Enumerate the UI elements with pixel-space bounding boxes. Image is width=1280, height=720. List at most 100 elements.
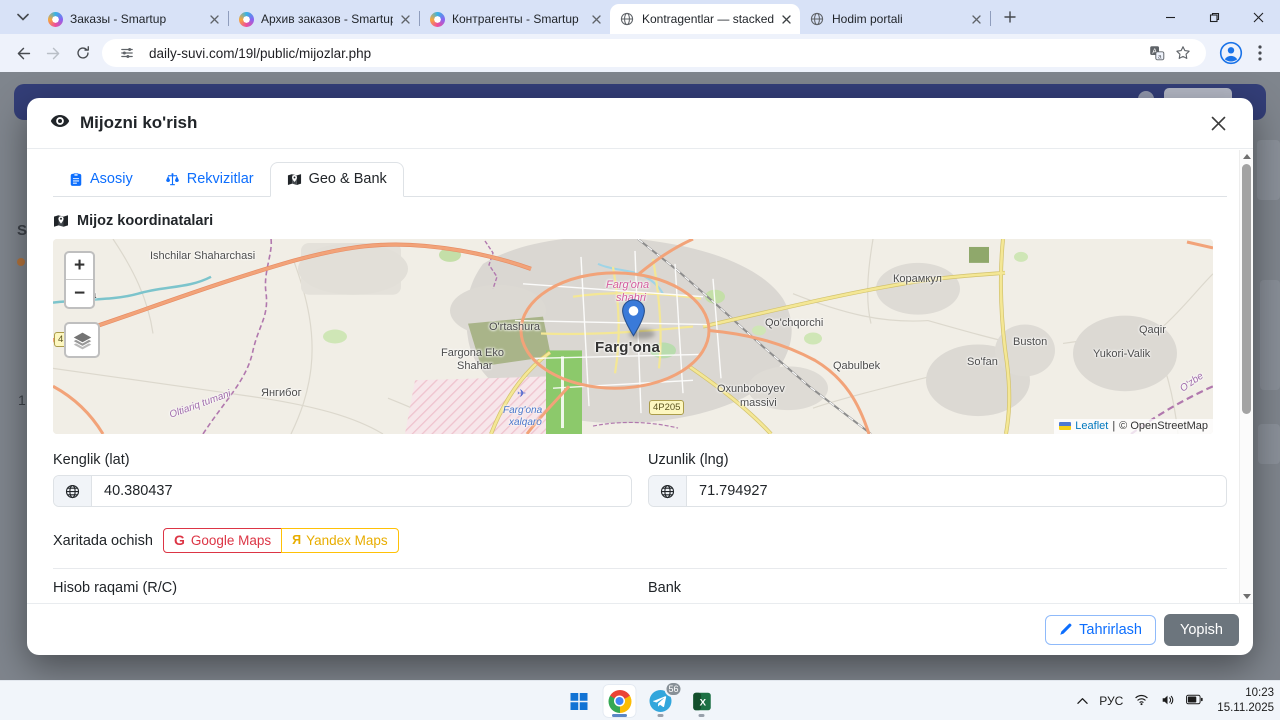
modal-header: Mijozni ko'rish: [27, 98, 1253, 149]
browser-toolbar: daily-suvi.com/19l/public/mijozlar.php A…: [0, 34, 1280, 72]
window-minimize-button[interactable]: [1148, 0, 1192, 34]
zoom-out-button[interactable]: −: [66, 280, 93, 307]
scales-icon: [165, 172, 179, 185]
reload-button[interactable]: [68, 38, 98, 68]
tab-title: Hodim portali: [832, 12, 903, 26]
globe-icon: [54, 476, 92, 506]
attribution-separator: |: [1112, 420, 1116, 432]
browser-tab-4-active[interactable]: Kontragentlar — stacked moda: [610, 4, 800, 34]
map-label: Qo'chqorchi: [765, 317, 824, 329]
taskbar-clock[interactable]: 10:23 15.11.2025: [1217, 686, 1274, 716]
zoom-in-button[interactable]: +: [66, 253, 93, 280]
yandex-maps-button[interactable]: Я Yandex Maps: [281, 528, 399, 553]
map-zoom-control: + −: [64, 251, 95, 309]
bank-label: Bank: [648, 580, 682, 596]
yandex-ya-icon: Я: [292, 533, 302, 547]
wifi-icon[interactable]: [1134, 693, 1149, 709]
modal-tab-asosiy[interactable]: Asosiy: [53, 162, 149, 197]
map-label: Farg'ona: [503, 405, 543, 416]
scroll-up-arrow[interactable]: [1242, 154, 1251, 159]
back-button[interactable]: [8, 38, 38, 68]
translate-icon[interactable]: Aa: [1144, 40, 1170, 66]
tab-close-icon[interactable]: [397, 11, 413, 27]
taskbar-chrome[interactable]: [602, 684, 637, 718]
tab-close-icon[interactable]: [206, 11, 222, 27]
background-dimmed-block: [1260, 280, 1280, 390]
modal-tab-label: Rekvizitlar: [186, 171, 254, 187]
url-text[interactable]: daily-suvi.com/19l/public/mijozlar.php: [149, 46, 1144, 61]
volume-icon[interactable]: [1160, 693, 1175, 710]
browser-tab-2[interactable]: Архив заказов - Smartup: [229, 4, 419, 34]
telegram-badge: 56: [664, 681, 683, 697]
browser-tab-1[interactable]: Заказы - Smartup: [38, 4, 228, 34]
language-indicator[interactable]: РУС: [1099, 694, 1123, 708]
tab-close-icon[interactable]: [588, 11, 604, 27]
map-label: Fargona Eko: [441, 347, 504, 359]
modal-tab-geo-bank[interactable]: Geo & Bank: [269, 162, 404, 197]
window-close-button[interactable]: [1236, 0, 1280, 34]
map-road-badge: 4P205: [649, 400, 685, 415]
google-maps-button[interactable]: G Google Maps: [162, 528, 283, 553]
browser-tab-3[interactable]: Контрагенты - Smartup: [420, 4, 610, 34]
map-label: xalqaro: [509, 417, 542, 428]
map-label: So'fan: [967, 356, 998, 368]
tab-title: Контрагенты - Smartup: [452, 12, 579, 26]
map-layers-control[interactable]: [64, 322, 100, 358]
modal-close-icon[interactable]: [1203, 108, 1233, 138]
globe-icon: [649, 476, 687, 506]
window-controls: [1148, 0, 1280, 34]
scrollbar-thumb[interactable]: [1242, 164, 1251, 414]
scroll-down-arrow[interactable]: [1242, 594, 1251, 599]
map-label: Ishchilar Shaharchasi: [150, 250, 256, 262]
globe-favicon: [619, 11, 635, 27]
open-on-map-row: Xaritada ochish G Google Maps Я Yandex M…: [53, 528, 1227, 553]
tab-close-icon[interactable]: [778, 11, 794, 27]
background-text: S: [17, 222, 28, 239]
open-on-map-label: Xaritada ochish: [53, 532, 153, 549]
leaflet-link[interactable]: Leaflet: [1075, 420, 1108, 432]
browser-tab-5[interactable]: Hodim portali: [800, 4, 990, 34]
map-marker-icon[interactable]: [621, 299, 646, 342]
browser-menu-icon[interactable]: [1248, 40, 1272, 66]
taskbar-telegram[interactable]: 56: [644, 681, 683, 718]
map-label: Qabulbek: [833, 360, 881, 372]
map-label: Shahar: [457, 360, 493, 372]
edit-button[interactable]: Tahrirlash: [1045, 614, 1156, 645]
tab-close-icon[interactable]: [968, 11, 984, 27]
map-label: ✈: [517, 388, 527, 400]
window-restore-button[interactable]: [1192, 0, 1236, 34]
modal-tab-label: Asosiy: [90, 171, 133, 187]
smartup-favicon: [47, 11, 63, 27]
start-button[interactable]: [562, 684, 596, 718]
battery-icon[interactable]: [1186, 694, 1203, 708]
modal-body: Asosiy Rekvizitlar Geo & Bank Mijoz koor…: [27, 150, 1239, 603]
taskbar-excel[interactable]: X: [685, 684, 719, 718]
new-tab-button[interactable]: [997, 4, 1023, 30]
lat-input-group: [53, 475, 632, 507]
modal-scrollbar[interactable]: [1239, 150, 1253, 603]
lat-label: Kenglik (lat): [53, 452, 130, 468]
background-dimmed-block: [1258, 424, 1280, 464]
bookmark-star-icon[interactable]: [1170, 40, 1196, 66]
lat-input[interactable]: [92, 476, 631, 506]
tray-expand-chevron-icon[interactable]: [1077, 694, 1088, 708]
google-maps-label: Google Maps: [190, 532, 272, 548]
lng-field-group: Uzunlik (lng): [648, 452, 1227, 507]
osm-link[interactable]: © OpenStreetMap: [1119, 420, 1208, 432]
lng-input[interactable]: [687, 476, 1226, 506]
browser-tabstrip: Заказы - Smartup Архив заказов - Smartup…: [0, 0, 1280, 34]
leaflet-map[interactable]: Ishchilar ShaharchasiZilxaO'rtashuraFarg…: [53, 239, 1213, 434]
tab-search-chevron-icon[interactable]: [10, 4, 36, 30]
clock-time: 10:23: [1245, 687, 1274, 700]
site-info-icon[interactable]: [114, 40, 140, 66]
profile-avatar-icon[interactable]: [1218, 40, 1244, 66]
section-title: Mijoz koordinatalari: [53, 213, 1227, 229]
map-links-group: G Google Maps Я Yandex Maps: [162, 528, 399, 553]
running-app-indicator: [698, 714, 705, 717]
forward-button[interactable]: [38, 38, 68, 68]
background-text: 1: [18, 392, 26, 408]
modal-tab-rekvizitlar[interactable]: Rekvizitlar: [149, 162, 270, 197]
address-bar[interactable]: daily-suvi.com/19l/public/mijozlar.php A…: [102, 39, 1206, 67]
close-button[interactable]: Yopish: [1163, 613, 1239, 646]
map-attribution: Leaflet | © OpenStreetMap: [1054, 419, 1213, 434]
